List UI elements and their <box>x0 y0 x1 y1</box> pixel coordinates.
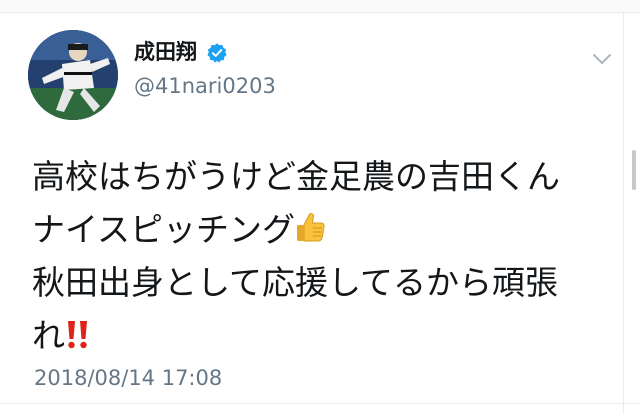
author-handle[interactable]: @41nari0203 <box>134 76 276 97</box>
author-name[interactable]: 成田翔 <box>134 42 197 63</box>
verified-badge-icon <box>207 43 227 63</box>
tweet-text-line-with-emoji: ナイスピッチング <box>32 203 622 256</box>
tweet-text-line-with-emoji: れ <box>32 309 622 362</box>
bottom-border <box>0 403 640 414</box>
avatar[interactable] <box>28 30 118 120</box>
thumbs-up-icon <box>297 213 325 242</box>
avatar-image <box>28 30 118 120</box>
tweet-text-line: ナイスピッチング <box>32 210 296 249</box>
divider <box>623 12 624 414</box>
timestamp[interactable]: 2018/08/14 17:08 <box>34 366 222 390</box>
tweet-text-line: 秋田出身として応援してるから頑張 <box>32 263 559 302</box>
scrollbar-thumb[interactable] <box>632 150 636 190</box>
tweet-text-line: れ <box>32 316 65 355</box>
tweet-text: 高校はちがうけど金足農の吉田くん ナイスピッチング 秋田出身として応援してるから… <box>32 150 622 362</box>
tweet-text-line: 高校はちがうけど金足農の吉田くん <box>32 157 560 196</box>
double-exclamation-icon <box>68 321 87 349</box>
chevron-down-icon[interactable] <box>592 52 612 66</box>
top-border <box>0 0 640 13</box>
